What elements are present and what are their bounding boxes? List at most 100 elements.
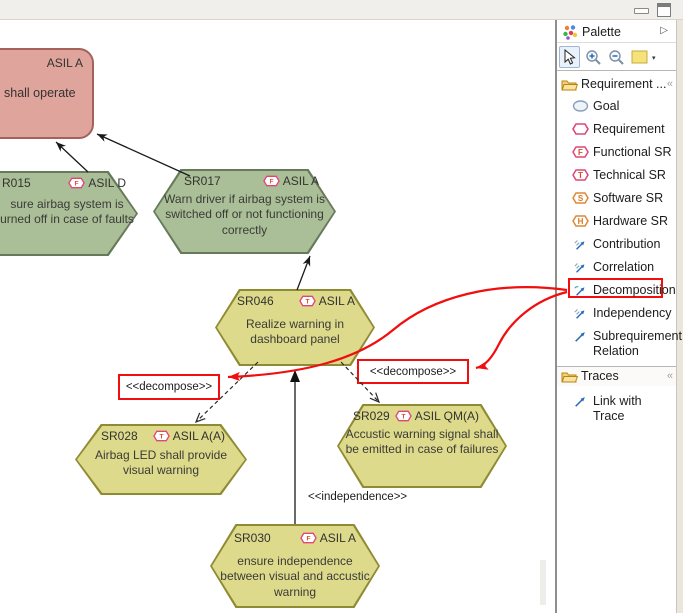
svg-text:F: F xyxy=(269,179,273,186)
palette-toolbar: ▾ xyxy=(557,44,676,71)
node-id: SR030 xyxy=(234,531,271,545)
diagram-canvas[interactable]: ASIL A shall operate R015 F ASIL D sure … xyxy=(0,20,555,613)
asil-label: ASIL A xyxy=(283,174,319,188)
svg-text:F: F xyxy=(306,536,310,543)
drawer-traces[interactable]: Traces « xyxy=(557,366,676,386)
palette-item-software-sr[interactable]: S Software SR xyxy=(557,189,676,209)
palette-item-link-with-trace[interactable]: Link with Trace xyxy=(557,392,676,412)
node-id: SR017 xyxy=(184,174,221,188)
functional-sr-icon: F xyxy=(572,145,589,159)
palette-item-independency[interactable]: Independency xyxy=(557,304,676,324)
note-dropdown-caret-icon[interactable]: ▾ xyxy=(652,54,656,62)
maximize-icon[interactable] xyxy=(657,3,671,17)
palette-item-requirement[interactable]: Requirement xyxy=(557,120,676,140)
folder-icon xyxy=(561,370,578,383)
functional-sr-icon: F xyxy=(300,532,317,544)
svg-text:T: T xyxy=(305,299,309,306)
node-text: ensure independence between visual and a… xyxy=(220,554,370,600)
palette-item-subrequirement-relation[interactable]: Subrequirement Relation xyxy=(557,327,676,361)
node-sr046[interactable]: SR046 T ASIL A Realize warning in dashbo… xyxy=(215,289,375,366)
node-id: R015 xyxy=(2,176,31,190)
palette-item-technical-sr[interactable]: T Technical SR xyxy=(557,166,676,186)
node-id: SR028 xyxy=(101,429,138,443)
technical-sr-icon: T xyxy=(395,410,412,422)
correlation-icon xyxy=(572,260,589,274)
requirement-icon xyxy=(572,122,589,136)
contribution-icon xyxy=(572,237,589,251)
decompose-label: <<decompose>> xyxy=(126,381,212,393)
svg-text:F: F xyxy=(578,148,583,157)
subrequirement-relation-icon xyxy=(572,329,589,343)
drawer-pin-icon[interactable]: « xyxy=(667,78,672,90)
sticky-note-icon xyxy=(631,50,648,64)
asil-label: ASIL A xyxy=(47,56,83,70)
zoom-in-tool[interactable] xyxy=(583,46,604,68)
node-sr028[interactable]: SR028 T ASIL A(A) Airbag LED shall provi… xyxy=(75,424,247,495)
svg-text:T: T xyxy=(159,434,163,441)
node-text: sure airbag system is urned off in case … xyxy=(0,197,137,228)
palette-item-functional-sr[interactable]: F Functional SR xyxy=(557,143,676,163)
technical-sr-icon: T xyxy=(299,295,316,307)
note-tool[interactable] xyxy=(629,46,650,68)
palette-title: Palette xyxy=(582,25,621,39)
application-window: ASIL A shall operate R015 F ASIL D sure … xyxy=(0,0,683,613)
software-sr-icon: S xyxy=(572,191,589,205)
drawer-requirement[interactable]: Requirement ... « xyxy=(557,75,676,95)
canvas-scrollbar[interactable] xyxy=(540,560,546,605)
node-text: Realize warning in dashboard panel xyxy=(230,317,360,348)
palette-item-contribution[interactable]: Contribution xyxy=(557,235,676,255)
asil-label: ASIL A(A) xyxy=(173,429,225,443)
window-right-edge xyxy=(676,20,683,613)
palette-item-correlation[interactable]: Correlation xyxy=(557,258,676,278)
decomposition-icon xyxy=(572,283,589,297)
link-with-trace-icon xyxy=(572,394,589,408)
decompose-label: <<decompose>> xyxy=(370,366,456,378)
technical-sr-icon: T xyxy=(153,430,170,442)
node-text: Accustic warning signal shall be emitted… xyxy=(345,427,499,458)
node-sr030[interactable]: SR030 F ASIL A ensure independence betwe… xyxy=(210,524,380,608)
magnifier-minus-icon xyxy=(608,49,625,66)
window-titlebar xyxy=(0,0,683,20)
asil-label: ASIL A xyxy=(320,531,356,545)
decompose-label-left-redbox[interactable]: <<decompose>> xyxy=(118,374,220,400)
node-id: SR046 xyxy=(237,294,274,308)
svg-text:F: F xyxy=(75,181,79,188)
palette-item-goal[interactable]: Goal xyxy=(557,97,676,117)
asil-label: ASIL D xyxy=(88,176,126,190)
technical-sr-icon: T xyxy=(572,168,589,182)
palette-header[interactable]: Palette ▷ xyxy=(557,22,676,43)
cursor-arrow-icon xyxy=(563,49,576,65)
node-sr017[interactable]: SR017 F ASIL A Warn driver if airbag sys… xyxy=(153,169,336,254)
svg-text:H: H xyxy=(578,217,584,226)
node-text: Airbag LED shall provide visual warning xyxy=(81,448,241,479)
decompose-label-right-redbox[interactable]: <<decompose>> xyxy=(357,359,469,384)
drawer-pin-icon[interactable]: « xyxy=(667,370,672,382)
svg-text:T: T xyxy=(401,414,405,421)
asil-label: ASIL A xyxy=(319,294,355,308)
drawer-title: Traces xyxy=(581,369,619,383)
svg-text:S: S xyxy=(578,194,584,203)
palette-icon xyxy=(562,24,579,41)
svg-text:T: T xyxy=(578,171,583,180)
palette-item-hardware-sr[interactable]: H Hardware SR xyxy=(557,212,676,232)
functional-sr-icon: F xyxy=(263,175,280,187)
minimize-icon[interactable] xyxy=(634,8,649,14)
drawer-title: Requirement ... xyxy=(581,77,666,91)
node-text: shall operate xyxy=(4,86,76,100)
independence-label: <<independence>> xyxy=(308,491,407,503)
zoom-out-tool[interactable] xyxy=(606,46,627,68)
palette-panel: Palette ▷ xyxy=(557,20,676,613)
independency-icon xyxy=(572,306,589,320)
folder-icon xyxy=(561,78,578,91)
node-r015[interactable]: R015 F ASIL D sure airbag system is urne… xyxy=(0,171,138,256)
node-goal[interactable]: ASIL A shall operate xyxy=(0,48,94,139)
functional-sr-icon: F xyxy=(68,177,85,189)
node-sr029[interactable]: SR029 T ASIL QM(A) Accustic warning sign… xyxy=(337,404,507,488)
palette-expand-icon[interactable]: ▷ xyxy=(660,25,668,36)
goal-icon xyxy=(572,99,589,113)
select-tool[interactable] xyxy=(559,46,580,68)
palette-item-decomposition[interactable]: Decomposition xyxy=(557,281,676,301)
node-id: SR029 xyxy=(353,409,390,423)
magnifier-plus-icon xyxy=(585,49,602,66)
node-text: Warn driver if airbag system is switched… xyxy=(159,192,330,238)
